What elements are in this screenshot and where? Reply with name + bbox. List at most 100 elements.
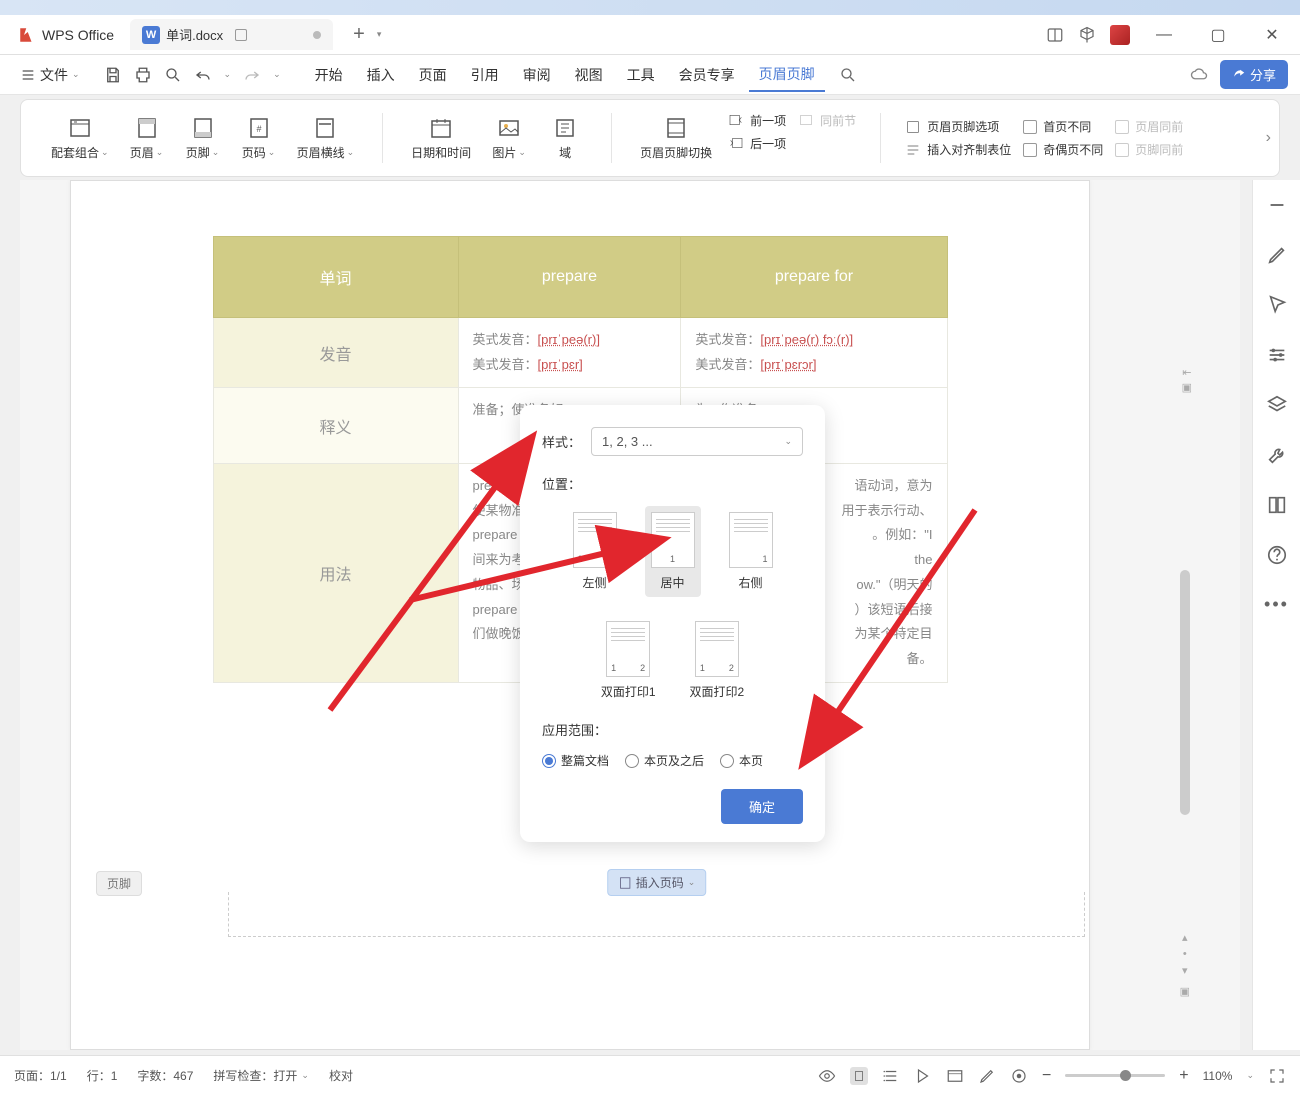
fullscreen-icon[interactable]: [1268, 1067, 1286, 1085]
ribbon-combo[interactable]: 配套组合⌄: [47, 112, 113, 165]
collapse-handle[interactable]: ⇤▣: [1182, 366, 1192, 394]
ribbon-options[interactable]: 页眉页脚选项: [905, 118, 1011, 135]
statusbar: 页面：1/1 行：1 字数：467 拼写检查：打开 ⌄ 校对 − + 110% …: [0, 1055, 1300, 1095]
qat-more-icon[interactable]: ⌄: [273, 69, 281, 80]
ribbon-insert-align[interactable]: 插入对齐制表位: [905, 141, 1011, 158]
zoom-fit-icon[interactable]: [1010, 1067, 1028, 1085]
position-label: 位置：: [542, 477, 581, 492]
ribbon-header[interactable]: 页眉⌄: [125, 112, 169, 165]
confirm-button[interactable]: 确定: [721, 789, 803, 824]
add-tab-button[interactable]: +: [347, 23, 371, 46]
avatar-icon[interactable]: [1110, 25, 1130, 45]
style-label: 样式：: [542, 432, 581, 451]
cloud-icon[interactable]: [1190, 66, 1208, 84]
document-tab[interactable]: W 单词.docx: [130, 19, 333, 50]
status-words[interactable]: 字数：467: [137, 1067, 193, 1084]
close-button[interactable]: ✕: [1252, 20, 1292, 50]
eye-icon[interactable]: [818, 1067, 836, 1085]
zoom-out-button[interactable]: −: [1042, 1067, 1051, 1085]
tab-start[interactable]: 开始: [305, 59, 353, 91]
pagenum-small-icon: [618, 876, 632, 890]
tab-menu-caret-icon[interactable]: ▾: [377, 29, 382, 40]
position-duplex2[interactable]: 12 双面打印2: [684, 615, 751, 706]
wrench-icon[interactable]: [1266, 444, 1288, 466]
scroll-arrows[interactable]: ▴•▾▣: [1180, 931, 1190, 998]
share-icon: [1232, 68, 1246, 82]
ribbon-first-diff[interactable]: 首页不同: [1023, 118, 1103, 135]
pencil-icon[interactable]: [1266, 244, 1288, 266]
scope-this[interactable]: 本页: [720, 752, 763, 769]
maximize-button[interactable]: ▢: [1198, 20, 1238, 50]
tab-close-icon[interactable]: [313, 31, 321, 39]
ribbon-pagenum[interactable]: # 页码⌄: [237, 112, 281, 165]
file-menu[interactable]: 文件 ⌄: [12, 61, 88, 89]
ribbon-next[interactable]: 后一项: [728, 135, 786, 152]
settings-slider-icon[interactable]: [1266, 344, 1288, 366]
view-web-icon[interactable]: [946, 1067, 964, 1085]
position-duplex1[interactable]: 12 双面打印1: [595, 615, 662, 706]
tab-insert[interactable]: 插入: [357, 59, 405, 91]
ribbon-switch[interactable]: 页眉页脚切换: [636, 112, 716, 165]
footer-dashed-area[interactable]: [228, 892, 1085, 937]
ribbon-header-line[interactable]: 页眉横线⌄: [293, 112, 359, 165]
book-icon[interactable]: [1266, 494, 1288, 516]
ribbon-prev[interactable]: 前一项: [728, 112, 786, 129]
layers-icon[interactable]: [1266, 394, 1288, 416]
redo-icon[interactable]: [243, 66, 261, 84]
status-page[interactable]: 页面：1/1: [14, 1067, 67, 1084]
print-icon[interactable]: [134, 66, 152, 84]
undo-icon[interactable]: [194, 66, 212, 84]
zoom-slider[interactable]: [1065, 1074, 1165, 1077]
checkbox-icon: [1115, 120, 1129, 134]
tab-tools[interactable]: 工具: [617, 59, 665, 91]
tab-window-icon[interactable]: [235, 29, 247, 41]
status-proof[interactable]: 校对: [329, 1067, 353, 1084]
scope-after[interactable]: 本页及之后: [625, 752, 704, 769]
save-icon[interactable]: [104, 66, 122, 84]
reader-mode-icon[interactable]: [1046, 26, 1064, 44]
tab-page[interactable]: 页面: [409, 59, 457, 91]
desktop-taskbar-peek: [0, 0, 1300, 15]
position-center[interactable]: 1 居中: [645, 506, 701, 597]
ribbon-datetime[interactable]: 日期和时间: [407, 112, 475, 165]
tab-header-footer[interactable]: 页眉页脚: [749, 58, 825, 92]
next-icon: [728, 135, 744, 151]
share-button[interactable]: 分享: [1220, 60, 1288, 89]
vertical-scrollbar[interactable]: [1180, 570, 1190, 920]
minimize-button[interactable]: —: [1144, 20, 1184, 50]
scope-all[interactable]: 整篇文档: [542, 752, 609, 769]
edit-mode-icon[interactable]: [978, 1067, 996, 1085]
ribbon-field[interactable]: 域: [543, 112, 587, 165]
position-left[interactable]: 1 左侧: [567, 506, 623, 597]
hamburger-icon: [20, 67, 36, 83]
status-line[interactable]: 行：1: [87, 1067, 118, 1084]
calendar-icon: [429, 116, 453, 140]
gear-icon: [905, 119, 921, 135]
position-right[interactable]: 1 右侧: [723, 506, 779, 597]
tab-view[interactable]: 视图: [565, 59, 613, 91]
view-page-icon[interactable]: [850, 1067, 868, 1085]
cube-icon[interactable]: [1078, 26, 1096, 44]
tab-member[interactable]: 会员专享: [669, 59, 745, 91]
view-read-icon[interactable]: [914, 1067, 932, 1085]
view-outline-icon[interactable]: [882, 1067, 900, 1085]
more-icon[interactable]: •••: [1264, 594, 1289, 615]
zoom-menu-icon[interactable]: ⌄: [1246, 1070, 1254, 1081]
tab-review[interactable]: 审阅: [513, 59, 561, 91]
preview-icon[interactable]: [164, 66, 182, 84]
minus-icon[interactable]: [1266, 194, 1288, 216]
ribbon-picture[interactable]: 图片⌄: [487, 112, 531, 165]
status-spell[interactable]: 拼写检查：打开 ⌄: [213, 1067, 309, 1084]
ribbon-odd-even[interactable]: 奇偶页不同: [1023, 141, 1103, 158]
search-icon[interactable]: [839, 66, 857, 84]
ribbon-scroll-right-icon[interactable]: ›: [1266, 129, 1271, 147]
help-icon[interactable]: [1266, 544, 1288, 566]
style-select[interactable]: 1, 2, 3 ... ⌄: [591, 427, 803, 456]
cursor-icon[interactable]: [1266, 294, 1288, 316]
zoom-value[interactable]: 110%: [1203, 1069, 1233, 1083]
ribbon-footer[interactable]: 页脚⌄: [181, 112, 225, 165]
zoom-in-button[interactable]: +: [1179, 1067, 1188, 1085]
undo-dropdown-icon[interactable]: ⌄: [224, 69, 232, 80]
tab-reference[interactable]: 引用: [461, 59, 509, 91]
footer-label-tag[interactable]: 页脚: [96, 871, 142, 896]
